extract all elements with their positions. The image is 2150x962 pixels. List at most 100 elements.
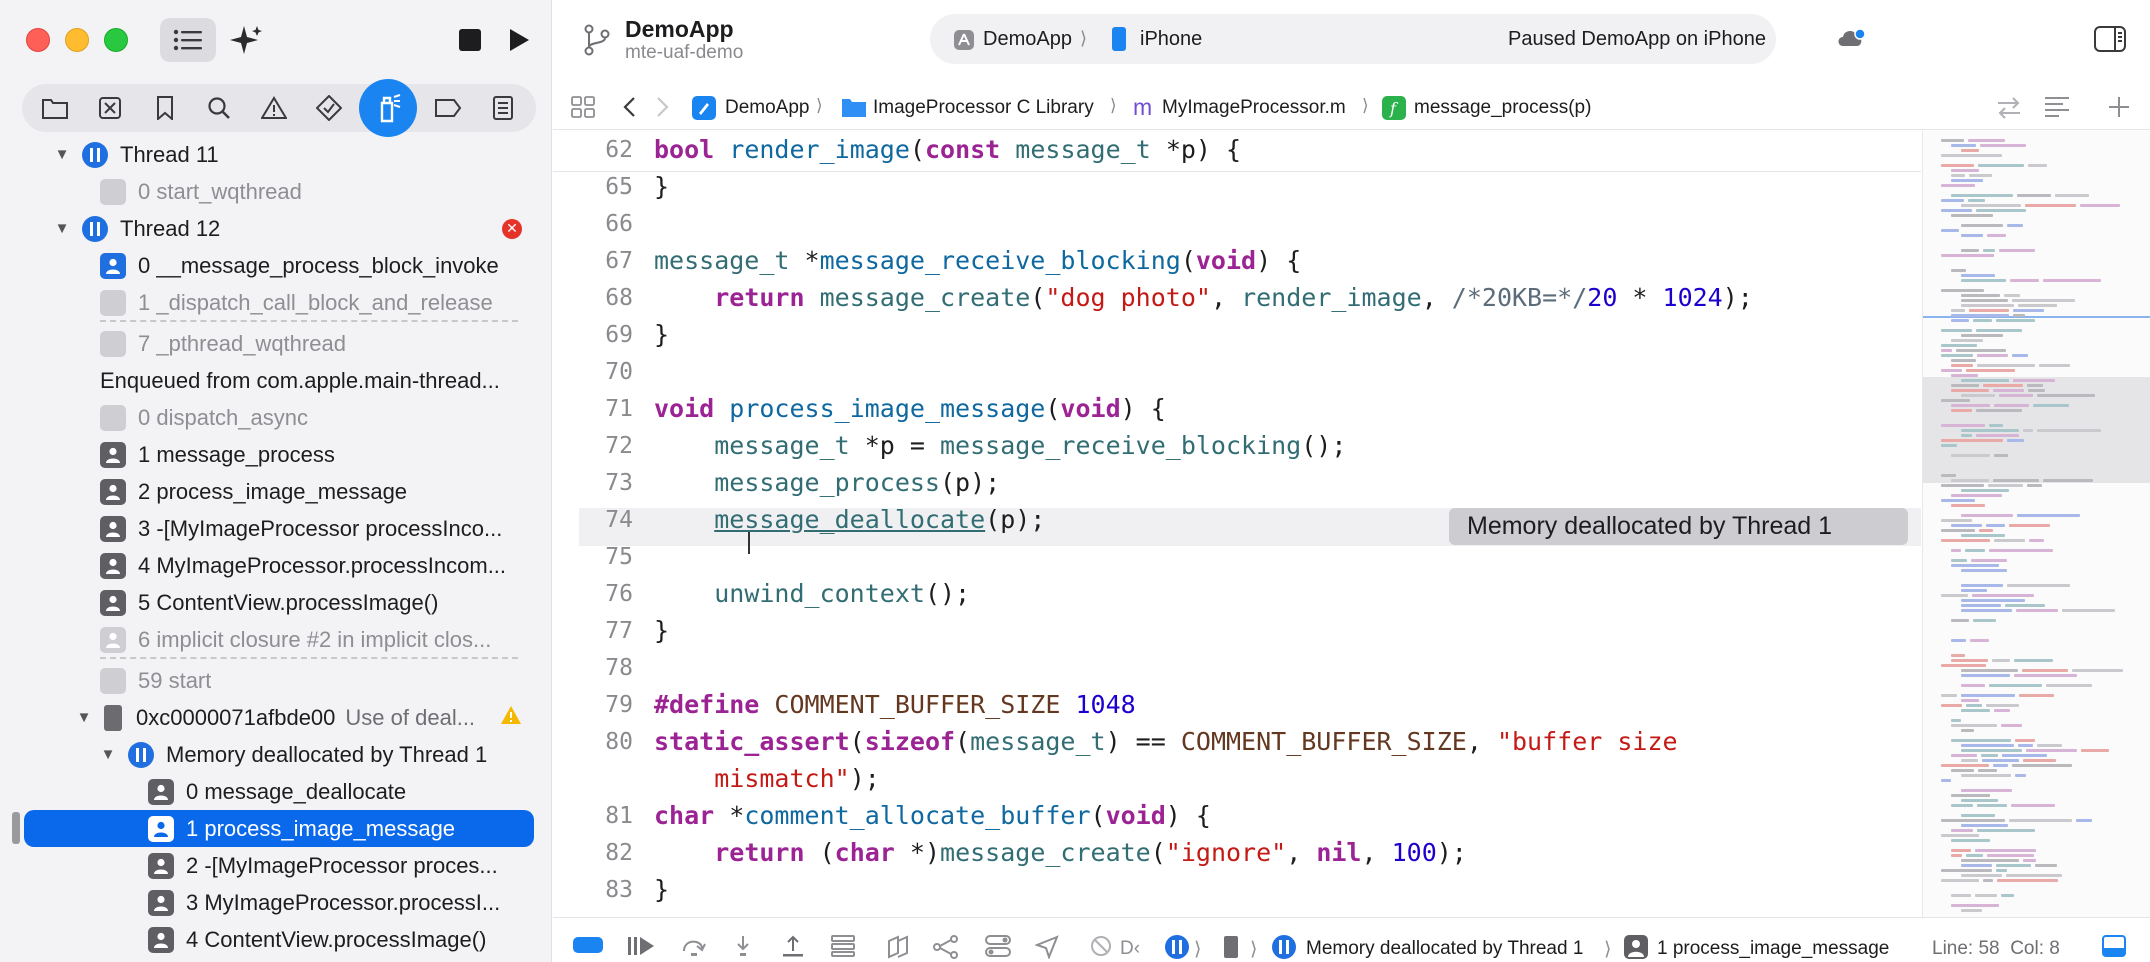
inspector-toggle-button[interactable] <box>2094 26 2126 57</box>
minimap-code-stroke <box>1941 819 2005 822</box>
sidebar-resize-handle[interactable] <box>12 812 20 844</box>
minimap-code-stroke <box>1951 829 1973 832</box>
jump-bar-file[interactable]: MyImageProcessor.m <box>1162 97 1346 119</box>
tab-breakpoints[interactable] <box>424 84 472 132</box>
minimap-code-stroke <box>1961 299 2008 302</box>
jump-bar-project[interactable]: DemoApp <box>725 97 810 119</box>
close-window-button[interactable] <box>26 28 50 52</box>
add-editor-plus-icon[interactable] <box>2108 96 2130 123</box>
minimap-code-stroke <box>2081 749 2109 752</box>
stack-frame-row[interactable]: 59 start <box>0 662 551 699</box>
disclosure-chevron-icon[interactable]: ▼ <box>52 146 72 163</box>
memory-graph-icon[interactable] <box>933 935 959 962</box>
tab-reports[interactable] <box>479 84 527 132</box>
tab-source-control[interactable] <box>86 84 134 132</box>
split-console-icon[interactable] <box>2102 935 2126 962</box>
disclosure-chevron-icon[interactable]: ▼ <box>74 709 94 726</box>
stack-frame-row[interactable]: 4 MyImageProcessor.processIncom... <box>0 547 520 584</box>
minimap-code-stroke <box>1977 829 2035 832</box>
minimap-code-stroke <box>1977 354 2008 357</box>
scheme-name[interactable]: DemoApp <box>983 28 1072 51</box>
tab-bookmarks[interactable] <box>141 84 189 132</box>
enqueued-from-row[interactable]: Enqueued from com.apple.main-thread... <box>0 362 551 399</box>
3d-layers-icon[interactable] <box>885 935 911 962</box>
memory-address-row[interactable]: ▼ 0xc0000071afbde00 Use of deal... <box>0 699 551 736</box>
stack-frame-row-selected[interactable]: 1 process_image_message <box>24 810 534 847</box>
stack-frame-row[interactable]: 3 -[MyImageProcessor processInco... <box>0 510 520 547</box>
minimap-code-stroke <box>1961 599 2025 602</box>
step-out-icon[interactable] <box>781 935 805 962</box>
project-name[interactable]: DemoApp <box>625 16 734 43</box>
hide-debug-area-icon[interactable] <box>573 935 603 960</box>
minimap-code-stroke <box>2013 309 2044 312</box>
disclosure-chevron-icon[interactable]: ▼ <box>98 746 118 763</box>
minimap-code-stroke <box>1941 164 1974 167</box>
navigator-toggle-button[interactable] <box>160 18 216 62</box>
stack-frame-row[interactable]: 0 __message_process_block_invoke <box>0 247 551 284</box>
thread-row[interactable]: ▼ Thread 11 <box>0 136 551 173</box>
jump-bar-symbol[interactable]: message_process(p) <box>1414 97 1591 119</box>
cloud-status-icon[interactable] <box>1836 26 1866 55</box>
stack-frame-row[interactable]: 3 MyImageProcessor.processI... <box>0 884 520 921</box>
run-destination[interactable]: iPhone <box>1140 28 1202 51</box>
debug-breadcrumb-process[interactable]: D‹ <box>1120 938 1140 960</box>
thread-row[interactable]: ▼ Thread 12 ✕ <box>0 210 551 247</box>
stack-frame-row[interactable]: 7 _pthread_wqthread <box>0 325 551 362</box>
tab-find[interactable] <box>195 84 243 132</box>
stack-frame-row[interactable]: 5 ContentView.processImage() <box>0 584 551 621</box>
forward-chevron-icon[interactable] <box>656 96 670 123</box>
minimap-code-stroke <box>1961 909 1982 912</box>
line-number: 69 <box>605 322 633 348</box>
step-over-icon[interactable] <box>681 935 707 962</box>
stack-frame-row[interactable]: 2 process_image_message <box>0 473 551 510</box>
branch-name[interactable]: mte-uaf-demo <box>625 42 743 64</box>
minimap-code-stroke <box>1941 329 1972 332</box>
related-items-grid-icon[interactable] <box>571 96 595 123</box>
minimap-code-stroke <box>1961 699 1979 702</box>
continue-icon[interactable] <box>627 935 655 962</box>
zoom-window-button[interactable] <box>104 28 128 52</box>
disclosure-chevron-icon[interactable]: ▼ <box>52 220 72 237</box>
tab-tests[interactable] <box>305 84 353 132</box>
minimap[interactable] <box>1922 131 2150 917</box>
tab-project-navigator[interactable] <box>31 84 79 132</box>
stack-frame-label: 0 start_wqthread <box>138 178 302 204</box>
minimize-window-button[interactable] <box>65 28 89 52</box>
minimap-code-stroke <box>1996 869 2007 872</box>
simulate-location-icon[interactable] <box>1034 935 1059 962</box>
environment-overrides-icon[interactable] <box>985 935 1011 962</box>
stack-frame-row[interactable]: 1 message_process <box>0 436 551 473</box>
step-into-icon[interactable] <box>733 935 753 962</box>
run-button[interactable] <box>498 18 540 62</box>
minimap-code-stroke <box>2028 164 2047 167</box>
stack-frame-row[interactable]: 2 -[MyImageProcessor proces... <box>0 847 520 884</box>
stop-button[interactable] <box>450 18 490 62</box>
chevron-right-icon: ⟩ <box>1080 28 1088 48</box>
stack-frame-row[interactable]: 4 ContentView.processImage() <box>0 921 551 958</box>
view-hierarchy-icon[interactable] <box>831 935 855 962</box>
minimap-code-stroke <box>1976 209 2026 212</box>
warning-icon <box>260 96 287 119</box>
stack-frame-row[interactable]: 0 start_wqthread <box>0 173 551 210</box>
compare-arrows-icon[interactable] <box>1996 96 2022 125</box>
stack-frame-row[interactable]: 6 implicit closure #2 in implicit clos..… <box>0 621 520 658</box>
coding-assistant-button[interactable] <box>222 18 272 62</box>
minimap-code-stroke <box>1993 764 2008 767</box>
minimap-code-stroke <box>1961 749 2022 752</box>
stack-frame-row[interactable]: 0 message_deallocate <box>0 773 551 810</box>
editor-options-lines-icon[interactable] <box>2044 96 2070 123</box>
stack-frame-label: 7 _pthread_wqthread <box>138 330 346 356</box>
debug-breadcrumb-thread[interactable]: Memory deallocated by Thread 1 <box>1306 938 1583 960</box>
dealloc-thread-row[interactable]: ▼ Memory deallocated by Thread 1 <box>0 736 551 773</box>
stack-frame-row[interactable]: 1 _dispatch_call_block_and_release <box>0 284 551 321</box>
tab-debug-navigator[interactable] <box>359 79 418 137</box>
play-icon <box>510 29 529 51</box>
stack-frame-row[interactable]: 0 dispatch_async <box>0 399 551 436</box>
debug-breadcrumb-frame[interactable]: 1 process_image_message <box>1657 938 1889 960</box>
bookmark-icon <box>156 96 173 120</box>
back-chevron-icon[interactable] <box>622 96 636 123</box>
debugger-annotation-banner[interactable]: Memory deallocated by Thread 1 <box>1449 508 1908 545</box>
minimap-code-stroke <box>2062 609 2115 612</box>
jump-bar-group[interactable]: ImageProcessor C Library <box>873 97 1094 119</box>
tab-issues[interactable] <box>250 84 298 132</box>
